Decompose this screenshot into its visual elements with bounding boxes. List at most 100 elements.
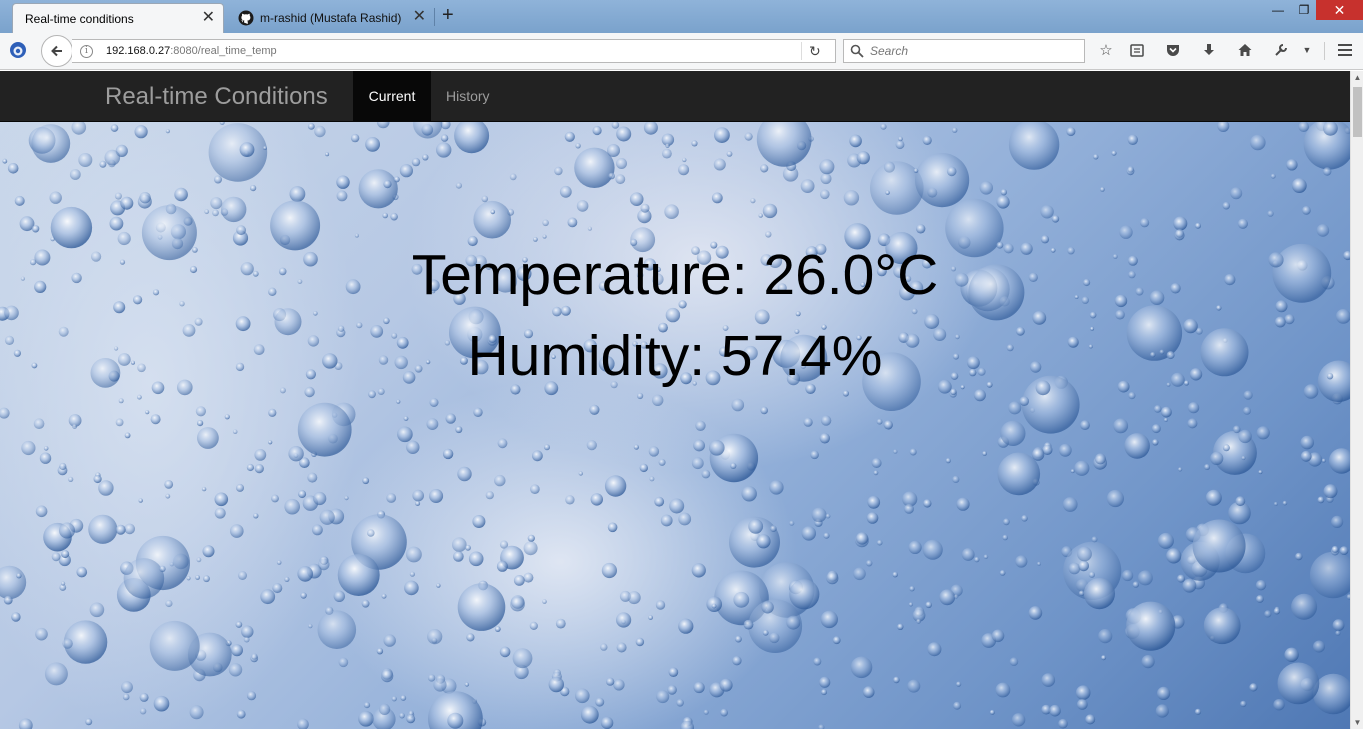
- reading-list-icon[interactable]: [1128, 41, 1146, 59]
- water-drop: [59, 522, 75, 539]
- tab-real-time-conditions[interactable]: Real-time conditions ✕: [12, 3, 224, 33]
- tab-github-profile[interactable]: m-rashid (Mustafa Rashid) ✕: [226, 3, 434, 33]
- water-drop: [973, 389, 986, 402]
- water-drop: [1256, 595, 1264, 603]
- water-drop: [254, 449, 267, 461]
- new-tab-plus-icon[interactable]: +: [442, 5, 454, 25]
- water-drop: [1321, 458, 1326, 463]
- water-drop: [254, 464, 264, 474]
- water-drop: [810, 450, 819, 460]
- water-drop: [350, 133, 360, 143]
- water-drop: [466, 633, 475, 642]
- bookmark-star-icon[interactable]: ☆: [1097, 41, 1115, 59]
- water-drop: [564, 131, 575, 142]
- water-drop: [224, 414, 230, 420]
- water-drop: [110, 124, 119, 132]
- water-drop: [741, 486, 757, 502]
- water-drop: [0, 407, 10, 419]
- water-drop: [616, 126, 632, 142]
- water-drop: [691, 457, 704, 470]
- developer-tools-icon[interactable]: [1272, 41, 1290, 59]
- water-drop: [1203, 607, 1241, 645]
- water-drop: [1070, 469, 1075, 474]
- water-drop: [153, 695, 170, 712]
- window-close-button[interactable]: ✕: [1316, 0, 1363, 20]
- home-icon[interactable]: [1236, 41, 1254, 59]
- water-drop: [649, 476, 655, 482]
- water-drop: [616, 612, 632, 628]
- navbar-brand[interactable]: Real-time Conditions: [105, 83, 328, 111]
- search-input[interactable]: Search: [843, 39, 1085, 63]
- water-drop: [578, 471, 583, 476]
- water-drop: [120, 196, 134, 210]
- window-restore-button[interactable]: ❐: [1292, 0, 1316, 20]
- tab-close-icon[interactable]: ✕: [413, 9, 426, 25]
- water-drop: [789, 520, 795, 526]
- water-drop: [197, 420, 204, 427]
- water-drop: [393, 176, 400, 183]
- water-drop: [4, 305, 19, 321]
- water-drop: [453, 551, 464, 562]
- water-drop: [0, 565, 27, 600]
- water-drop: [214, 492, 229, 507]
- address-bar[interactable]: i 192.168.0.27:8080/real_time_temp ↻: [72, 39, 836, 63]
- hamburger-menu-icon[interactable]: [1336, 41, 1354, 59]
- scroll-up-arrow-icon[interactable]: ▲: [1351, 73, 1363, 82]
- back-button[interactable]: [41, 35, 73, 67]
- tab-close-icon[interactable]: ✕: [202, 10, 215, 26]
- water-drop: [648, 446, 660, 457]
- water-drop: [239, 142, 255, 157]
- water-drop: [527, 534, 535, 542]
- water-drop: [604, 475, 627, 497]
- water-drop: [409, 571, 415, 577]
- water-drop: [1302, 206, 1311, 215]
- water-drop: [358, 169, 398, 209]
- water-drop: [1328, 448, 1350, 474]
- water-drop: [1101, 655, 1107, 661]
- water-drop: [823, 532, 830, 539]
- water-drop: [950, 388, 957, 395]
- scrollbar-thumb[interactable]: [1353, 87, 1362, 137]
- water-drop: [856, 151, 870, 165]
- browser-toolbar: i 192.168.0.27:8080/real_time_temp ↻ Sea…: [0, 33, 1363, 70]
- water-drop: [1238, 429, 1252, 444]
- water-drop: [494, 474, 506, 487]
- water-drop: [908, 602, 914, 607]
- download-icon[interactable]: [1200, 41, 1218, 59]
- water-drop: [88, 514, 118, 544]
- reload-icon[interactable]: ↻: [809, 43, 821, 60]
- water-drop: [554, 166, 563, 176]
- water-drop: [761, 601, 774, 614]
- water-drop: [436, 142, 452, 158]
- window-minimize-button[interactable]: —: [1266, 0, 1290, 20]
- scroll-down-arrow-icon[interactable]: ▼: [1351, 718, 1363, 727]
- water-drop: [924, 314, 940, 329]
- water-drop: [1088, 571, 1095, 578]
- water-drop: [61, 581, 66, 586]
- info-icon[interactable]: i: [80, 44, 93, 58]
- water-drop: [71, 122, 87, 135]
- water-drop: [386, 493, 397, 503]
- water-drop: [509, 173, 517, 181]
- nav-link-history[interactable]: History: [431, 71, 505, 121]
- water-drop: [913, 168, 919, 173]
- water-drop: [819, 676, 831, 688]
- water-drop: [733, 591, 750, 608]
- water-drop: [1316, 224, 1330, 237]
- water-drop: [1153, 405, 1162, 413]
- chevron-down-icon[interactable]: ▼: [1298, 41, 1316, 59]
- water-drop: [576, 200, 589, 212]
- water-drop: [203, 575, 210, 583]
- nav-link-current[interactable]: Current: [353, 71, 431, 121]
- water-drop: [464, 682, 470, 687]
- water-drop: [197, 427, 219, 449]
- pocket-icon[interactable]: [1164, 41, 1182, 59]
- water-drop: [337, 554, 380, 596]
- water-drop: [3, 595, 13, 605]
- page-scrollbar[interactable]: ▲ ▼: [1350, 71, 1363, 729]
- water-drop: [406, 714, 416, 724]
- water-drop: [50, 206, 93, 249]
- tab-title: Real-time conditions: [25, 11, 134, 26]
- water-drop: [379, 703, 391, 716]
- water-drop: [1074, 460, 1090, 476]
